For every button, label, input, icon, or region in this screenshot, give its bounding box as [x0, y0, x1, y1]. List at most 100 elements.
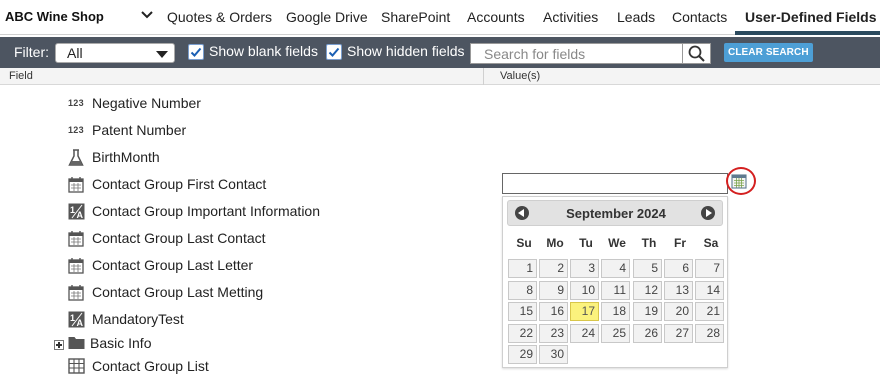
calendar-day[interactable]: 29	[508, 345, 537, 364]
calendar-day[interactable]: 7	[695, 259, 724, 278]
column-divider[interactable]	[483, 68, 484, 85]
calendar-day[interactable]: 19	[633, 302, 662, 321]
group-row-basic-info[interactable]: Basic Info	[0, 331, 480, 355]
tab-accounts[interactable]: Accounts	[467, 9, 525, 25]
field-row[interactable]: Contact Group Last Contact	[0, 225, 480, 252]
tab-activities[interactable]: Activities	[543, 9, 598, 25]
folder-icon	[68, 335, 86, 353]
search-button[interactable]	[682, 44, 710, 63]
weekday-label: Mo	[546, 236, 564, 250]
calendar-day[interactable]: 15	[508, 302, 537, 321]
calendar-day[interactable]: 26	[633, 323, 662, 343]
checkmark-icon	[190, 47, 202, 57]
field-name: Contact Group List	[92, 358, 209, 374]
field-row[interactable]: 123 Patent Number	[0, 117, 480, 144]
calendar-day[interactable]: 14	[695, 280, 724, 300]
flask-icon	[68, 149, 86, 167]
field-row[interactable]: 1A MandatoryTest	[0, 306, 480, 333]
field-row[interactable]: BirthMonth	[0, 144, 480, 171]
calendar-day[interactable]: 24	[570, 323, 599, 343]
top-tab-bar: ABC Wine Shop Quotes & Orders Google Dri…	[0, 0, 880, 35]
calendar-day[interactable]: 25	[601, 323, 630, 343]
calendar-day[interactable]: 2	[539, 259, 568, 278]
calendar-day[interactable]: 21	[695, 302, 724, 321]
calendar-day[interactable]: 18	[601, 302, 630, 321]
chevron-down-icon[interactable]	[140, 8, 154, 22]
field-column-header[interactable]: Field	[9, 70, 33, 82]
grid-icon	[68, 358, 86, 376]
show-blank-fields-checkbox[interactable]	[188, 44, 204, 60]
field-row[interactable]: Contact Group First Contact	[0, 171, 480, 198]
calendar-day[interactable]: 13	[664, 280, 693, 300]
calendar-day[interactable]: 12	[633, 280, 662, 300]
text-icon: 1A	[68, 203, 86, 221]
number-icon: 123	[68, 98, 84, 108]
show-hidden-fields-label[interactable]: Show hidden fields	[347, 43, 465, 59]
field-row[interactable]: Contact Group Last Metting	[0, 279, 480, 306]
svg-text:A: A	[77, 210, 84, 220]
calendar-day[interactable]: 1	[508, 259, 537, 278]
svg-text:1: 1	[70, 205, 75, 215]
calendar-day[interactable]: 9	[539, 280, 568, 300]
expand-icon[interactable]	[54, 340, 64, 350]
calendar-day[interactable]: 10	[570, 280, 599, 300]
calendar-icon	[68, 257, 86, 275]
show-hidden-fields-checkbox[interactable]	[326, 44, 342, 60]
calendar-day-today[interactable]: 17	[570, 302, 599, 321]
calendar-day[interactable]: 22	[508, 323, 537, 343]
weekday-label: Sa	[703, 236, 719, 250]
search-icon	[688, 45, 705, 62]
calendar-day[interactable]: 5	[633, 259, 662, 278]
calendar-day[interactable]: 16	[539, 302, 568, 321]
field-name: Patent Number	[92, 122, 187, 138]
calendar-day[interactable]: 3	[570, 259, 599, 278]
field-name: Contact Group Important Information	[92, 203, 320, 219]
field-row[interactable]: Contact Group Last Letter	[0, 252, 480, 279]
company-name[interactable]: ABC Wine Shop	[5, 9, 104, 24]
field-row[interactable]: 1A Contact Group Important Information	[0, 198, 480, 225]
field-row[interactable]: 123 Negative Number	[0, 90, 480, 117]
datepicker-popup: September 2024 Su Mo Tu We Th Fr Sa 1234567891…	[502, 196, 728, 368]
svg-text:A: A	[77, 318, 84, 328]
clear-search-button[interactable]: CLEAR SEARCH	[724, 43, 813, 62]
svg-text:1: 1	[70, 313, 75, 323]
tab-leads[interactable]: Leads	[617, 9, 655, 25]
highlight-circle	[726, 167, 756, 195]
date-field[interactable]	[502, 173, 728, 194]
number-icon: 123	[68, 125, 84, 135]
tab-quotes-orders[interactable]: Quotes & Orders	[167, 9, 272, 25]
group-name: Basic Info	[90, 335, 152, 351]
search-input[interactable]	[471, 44, 684, 63]
field-name: Contact Group First Contact	[92, 176, 267, 192]
calendar-day[interactable]: 8	[508, 280, 537, 300]
weekday-label: Su	[516, 236, 532, 250]
field-name: Contact Group Last Contact	[92, 230, 266, 246]
field-name: Negative Number	[92, 95, 201, 111]
filter-select[interactable]: All	[55, 43, 175, 63]
calendar-day[interactable]: 30	[539, 345, 568, 364]
text-icon: 1A	[68, 311, 86, 329]
calendar-day[interactable]: 27	[664, 323, 693, 343]
next-month-icon[interactable]	[701, 206, 715, 220]
weekday-label: Tu	[579, 236, 593, 250]
month-title: September 2024	[566, 206, 666, 221]
field-row[interactable]: Contact Group List	[0, 353, 480, 380]
field-name: BirthMonth	[92, 149, 160, 165]
field-name: Contact Group Last Letter	[92, 257, 254, 273]
values-column-header[interactable]: Value(s)	[500, 70, 540, 82]
calendar-day[interactable]: 11	[601, 280, 630, 300]
tab-contacts[interactable]: Contacts	[672, 9, 727, 25]
show-blank-fields-label[interactable]: Show blank fields	[209, 43, 318, 59]
date-input[interactable]	[503, 174, 727, 193]
calendar-day[interactable]: 28	[695, 323, 724, 343]
tab-google-drive[interactable]: Google Drive	[286, 9, 368, 25]
datepicker-header: September 2024	[507, 200, 723, 226]
calendar-day[interactable]: 20	[664, 302, 693, 321]
calendar-day[interactable]: 4	[601, 259, 630, 278]
weekday-label: Th	[641, 236, 657, 250]
tab-user-defined-fields[interactable]: User-Defined Fields	[745, 9, 876, 25]
calendar-day[interactable]: 6	[664, 259, 693, 278]
calendar-icon	[68, 230, 86, 248]
tab-sharepoint[interactable]: SharePoint	[381, 9, 450, 25]
calendar-day[interactable]: 23	[539, 323, 568, 343]
